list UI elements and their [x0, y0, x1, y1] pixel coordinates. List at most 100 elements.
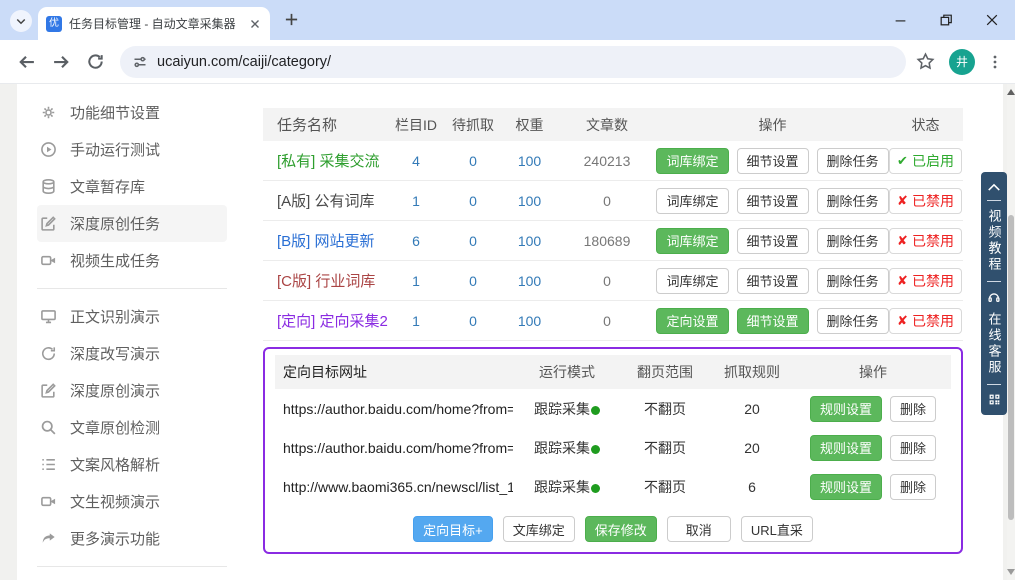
delete-task-button[interactable]: 删除任务: [817, 308, 889, 334]
save-changes-button[interactable]: 保存修改: [585, 516, 657, 542]
sidebar: 功能细节设置 手动运行测试 文章暂存库 深度原创任务 视频生成任务 正文识别: [17, 84, 245, 580]
status-badge[interactable]: ✘已禁用: [889, 268, 962, 294]
bookmark-star-icon[interactable]: [916, 52, 935, 71]
task-name-link[interactable]: [私有] 采集交流: [263, 150, 388, 171]
status-badge[interactable]: ✘已禁用: [889, 308, 962, 334]
detail-settings-button[interactable]: 细节设置: [737, 228, 809, 254]
new-tab-button[interactable]: [284, 12, 299, 27]
task-name-link[interactable]: [A版] 公有词库: [263, 190, 388, 211]
sidebar-item-more-demos[interactable]: 更多演示功能: [17, 520, 245, 557]
back-to-top-chevron-icon[interactable]: [987, 182, 1001, 192]
profile-avatar[interactable]: 井: [949, 49, 975, 75]
tab-close-icon[interactable]: [248, 17, 262, 31]
refresh-icon[interactable]: [80, 47, 110, 77]
headset-icon[interactable]: [987, 290, 1001, 304]
main-content: 任务名称 栏目ID 待抓取 权重 文章数 操作 状态 [私有] 采集交流 4 0…: [245, 84, 1003, 580]
minimize-button[interactable]: [877, 0, 923, 40]
articles-value: 0: [557, 313, 657, 329]
sidebar-item-deep-original-task[interactable]: 深度原创任务: [37, 205, 227, 242]
restore-button[interactable]: [923, 0, 969, 40]
table-row: [A版] 公有词库 1 0 100 0 词库绑定 细节设置 删除任务 ✘已禁用: [263, 181, 963, 221]
close-button[interactable]: [969, 0, 1015, 40]
back-icon[interactable]: [12, 47, 42, 77]
delete-task-button[interactable]: 删除任务: [817, 228, 889, 254]
sidebar-item-platform-guide[interactable]: 平台功能详解: [17, 576, 245, 580]
add-target-button[interactable]: 定向目标+: [413, 516, 493, 542]
sidebar-item-body-recognition-demo[interactable]: 正文识别演示: [17, 298, 245, 335]
url-text[interactable]: ucaiyun.com/caiji/category/: [157, 54, 331, 70]
articles-value: 240213: [557, 153, 657, 169]
scroll-up-arrow-icon[interactable]: [1007, 87, 1015, 95]
targeting-settings-button[interactable]: 定向设置: [656, 308, 728, 334]
url-direct-collect-button[interactable]: URL直采: [741, 516, 813, 542]
status-badge[interactable]: ✘已禁用: [889, 188, 962, 214]
rule-settings-button[interactable]: 规则设置: [810, 435, 882, 461]
table-row: [私有] 采集交流 4 0 100 240213 词库绑定 细节设置 删除任务 …: [263, 141, 963, 181]
gears-icon: [40, 104, 57, 121]
library-bind-button[interactable]: 文库绑定: [503, 516, 575, 542]
thesaurus-bind-button[interactable]: 词库绑定: [656, 148, 728, 174]
online-service-link[interactable]: 在线客服: [985, 312, 1004, 376]
column-id-value: 1: [388, 273, 444, 289]
sidebar-item-function-settings[interactable]: 功能细节设置: [17, 94, 245, 131]
task-table-header: 任务名称 栏目ID 待抓取 权重 文章数 操作 状态: [263, 108, 963, 141]
column-id-value: 1: [388, 193, 444, 209]
table-row: [C版] 行业词库 1 0 100 0 词库绑定 细节设置 删除任务 ✘已禁用: [263, 261, 963, 301]
detail-settings-button[interactable]: 细节设置: [737, 148, 809, 174]
pending-value: 0: [444, 233, 502, 249]
status-badge[interactable]: ✔已启用: [889, 148, 962, 174]
sidebar-item-video-generation-task[interactable]: 视频生成任务: [17, 242, 245, 279]
page-range-value: 不翻页: [621, 438, 709, 458]
thesaurus-bind-button[interactable]: 词库绑定: [656, 188, 728, 214]
task-name-link[interactable]: [C版] 行业词库: [263, 270, 388, 291]
forward-icon[interactable]: [46, 47, 76, 77]
play-circle-icon: [40, 141, 57, 158]
delete-task-button[interactable]: 删除任务: [817, 148, 889, 174]
thesaurus-bind-button[interactable]: 词库绑定: [656, 228, 728, 254]
site-settings-icon[interactable]: [132, 54, 148, 70]
browser-menu-icon[interactable]: [987, 54, 1003, 70]
rule-settings-button[interactable]: 规则设置: [810, 396, 882, 422]
video-tutorial-link[interactable]: 视频教程: [985, 209, 1004, 273]
cross-icon: ✘: [897, 193, 908, 209]
run-mode-value: 跟踪采集: [513, 399, 621, 419]
qr-code-icon[interactable]: [988, 393, 1001, 406]
scroll-down-arrow-icon[interactable]: [1007, 569, 1015, 577]
sidebar-item-deep-original-demo[interactable]: 深度原创演示: [17, 372, 245, 409]
sidebar-item-label: 手动运行测试: [70, 139, 160, 160]
page-range-value: 不翻页: [621, 477, 709, 497]
col-target-url: 定向目标网址: [275, 362, 513, 382]
col-pending: 待抓取: [444, 115, 502, 135]
scrollbar-thumb[interactable]: [1008, 215, 1014, 520]
sidebar-item-deep-rewrite-demo[interactable]: 深度改写演示: [17, 335, 245, 372]
detail-settings-button[interactable]: 细节设置: [737, 308, 809, 334]
detail-settings-button[interactable]: 细节设置: [737, 188, 809, 214]
task-name-link[interactable]: [定向] 定向采集2: [263, 310, 388, 331]
delete-task-button[interactable]: 删除任务: [817, 268, 889, 294]
sidebar-item-style-analysis[interactable]: 文案风格解析: [17, 446, 245, 483]
scrollbar[interactable]: [1007, 84, 1015, 580]
cross-icon: ✘: [897, 313, 908, 329]
sidebar-item-text-to-video-demo[interactable]: 文生视频演示: [17, 483, 245, 520]
task-name-link[interactable]: [B版] 网站更新: [263, 230, 388, 251]
sidebar-item-label: 正文识别演示: [70, 306, 160, 327]
delete-button[interactable]: 删除: [890, 396, 936, 422]
run-mode-value: 跟踪采集: [513, 438, 621, 458]
status-badge[interactable]: ✘已禁用: [889, 228, 962, 254]
thesaurus-bind-button[interactable]: 词库绑定: [656, 268, 728, 294]
cancel-button[interactable]: 取消: [667, 516, 731, 542]
browser-tab[interactable]: 优 任务目标管理 - 自动文章采集器: [38, 7, 270, 40]
delete-button[interactable]: 删除: [890, 435, 936, 461]
url-bar[interactable]: ucaiyun.com/caiji/category/: [120, 46, 906, 78]
target-row: https://author.baidu.com/home?from=bjh_.…: [275, 389, 951, 428]
delete-task-button[interactable]: 删除任务: [817, 188, 889, 214]
sidebar-item-manual-run-test[interactable]: 手动运行测试: [17, 131, 245, 168]
delete-button[interactable]: 删除: [890, 474, 936, 500]
sidebar-item-article-buffer[interactable]: 文章暂存库: [17, 168, 245, 205]
rule-settings-button[interactable]: 规则设置: [810, 474, 882, 500]
detail-settings-button[interactable]: 细节设置: [737, 268, 809, 294]
refresh-arrows-icon: [40, 345, 57, 362]
tab-strip-chevron-icon[interactable]: [10, 10, 32, 32]
sidebar-item-originality-check[interactable]: 文章原创检测: [17, 409, 245, 446]
divider: [987, 200, 1001, 201]
